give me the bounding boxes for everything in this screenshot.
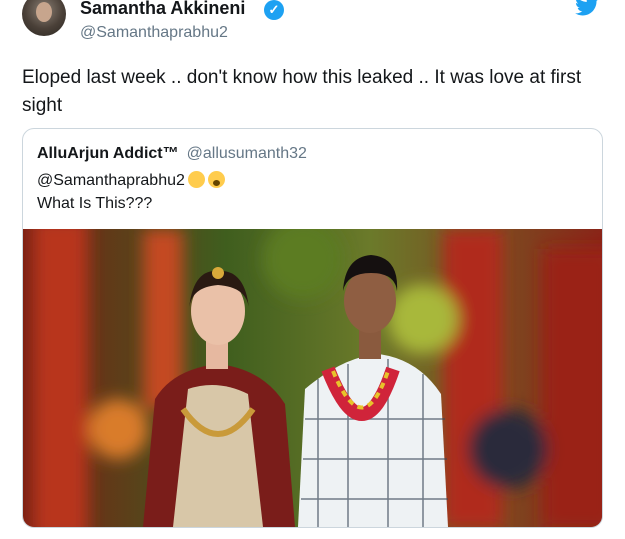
author-name[interactable]: Samantha Akkineni: [80, 0, 245, 19]
verified-badge-icon: ✓: [264, 0, 284, 20]
quoted-tweet-text: What Is This???: [37, 195, 153, 212]
quoted-author-name[interactable]: AlluArjun Addict™: [37, 145, 179, 162]
mention-link[interactable]: @Samanthaprabhu2: [37, 172, 185, 189]
anxious-face-emoji-icon: [187, 171, 205, 188]
quoted-author-handle[interactable]: @allusumanth32: [187, 145, 307, 162]
wedding-photo[interactable]: [23, 229, 602, 527]
screaming-face-emoji-icon: [207, 171, 225, 188]
author-handle[interactable]: @Samanthaprabhu2: [80, 24, 228, 42]
avatar[interactable]: [22, 0, 66, 36]
twitter-bird-icon[interactable]: [575, 0, 599, 16]
quoted-tweet-header: AlluArjun Addict™ @allusumanth32: [37, 145, 307, 163]
quoted-tweet[interactable]: AlluArjun Addict™ @allusumanth32 @Samanth…: [22, 128, 603, 528]
quoted-tweet-mention-line: @Samanthaprabhu2: [37, 171, 225, 190]
tweet-text: Eloped last week .. don't know how this …: [22, 67, 582, 116]
